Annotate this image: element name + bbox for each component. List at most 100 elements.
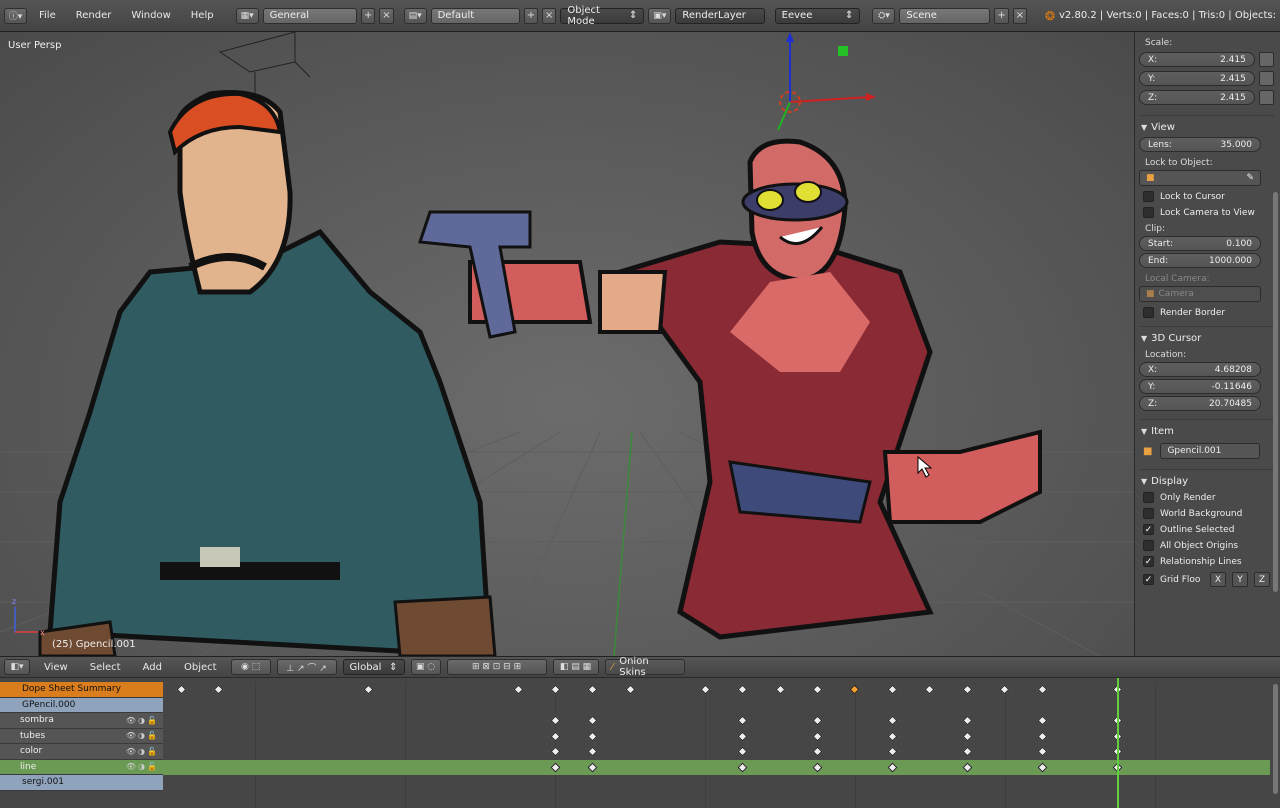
keyframe[interactable] — [737, 715, 748, 726]
cursor-x-field[interactable]: X: 4.68208 — [1139, 362, 1261, 377]
dopesheet-scrollbar[interactable] — [1273, 684, 1278, 794]
keyframe[interactable] — [550, 762, 561, 772]
keyframe[interactable] — [587, 731, 598, 741]
lock-to-cursor-checkbox[interactable]: Lock to Cursor — [1143, 191, 1274, 202]
lock-object-field[interactable]: ■ ✎ — [1139, 170, 1261, 186]
keyframe[interactable] — [737, 746, 748, 757]
keyframe[interactable] — [924, 684, 935, 695]
channel-layer[interactable]: color 👁◑🔓 — [0, 744, 163, 760]
keyframe[interactable] — [587, 715, 598, 726]
keyframe[interactable] — [625, 684, 636, 695]
info-editor-icon[interactable]: ⓘ▾ — [4, 7, 27, 24]
view-panel-header[interactable]: ▼ View — [1141, 115, 1274, 133]
right-character[interactable] — [417, 138, 1042, 640]
world-background-checkbox[interactable]: World Background — [1143, 508, 1274, 519]
add-scene-icon[interactable]: + — [994, 7, 1009, 24]
channel-object[interactable]: sergi.001 — [0, 775, 163, 791]
visibility-lock-icons[interactable]: 👁◑🔓 — [126, 762, 159, 771]
render-layer-icon[interactable]: ▣▾ — [648, 7, 672, 24]
screen-layout-icon[interactable]: ▦▾ — [235, 7, 259, 24]
keyframe[interactable] — [962, 731, 973, 741]
keyframe[interactable] — [887, 762, 898, 772]
keyframe[interactable] — [812, 762, 823, 772]
grid-axis-x-button[interactable]: X — [1210, 572, 1226, 587]
item-panel-header[interactable]: ▼ Item — [1141, 419, 1274, 437]
render-layer-dropdown[interactable]: RenderLayer — [675, 7, 765, 24]
keyframe[interactable] — [812, 684, 823, 695]
keyframe[interactable] — [887, 746, 898, 757]
channel-summary[interactable]: Dope Sheet Summary — [0, 682, 163, 698]
properties-scrollbar[interactable] — [1273, 192, 1278, 592]
lens-field[interactable]: Lens: 35.000 — [1139, 137, 1261, 152]
keyframe[interactable] — [737, 762, 748, 772]
timeline-keyframes[interactable] — [163, 678, 1270, 808]
keyframe[interactable] — [587, 762, 598, 772]
keyframe[interactable] — [812, 715, 823, 726]
keyframe[interactable] — [587, 746, 598, 757]
snap-icons[interactable]: ⊞ ⊠ ⊡ ⊟ ⊞ — [446, 659, 547, 675]
local-camera-field[interactable]: ■ Camera — [1139, 286, 1261, 302]
scene-layout-icon[interactable]: ▤▾ — [403, 7, 427, 24]
menu-help[interactable]: Help — [183, 10, 222, 21]
scene-icon[interactable]: ⛭▾ — [872, 7, 896, 24]
scale-y-field[interactable]: Y: 2.415 — [1139, 71, 1255, 86]
lock-icon[interactable] — [1258, 52, 1274, 67]
channel-layer[interactable]: line 👁◑🔓 — [0, 759, 163, 775]
ds-menu-object[interactable]: Object — [176, 662, 225, 673]
grid-floor-checkbox[interactable]: ✓ Grid Floo X Y Z — [1143, 572, 1274, 587]
menu-window[interactable]: Window — [123, 10, 178, 21]
render-border-checkbox[interactable]: Render Border — [1143, 307, 1274, 318]
scene-field[interactable]: Scene — [899, 7, 991, 24]
remove-screen-icon[interactable]: × — [379, 7, 394, 24]
left-character[interactable] — [38, 89, 497, 656]
keyframe[interactable] — [737, 731, 748, 741]
visibility-lock-icons[interactable]: 👁◑🔓 — [126, 731, 159, 740]
eyedropper-icon[interactable]: ✎ — [1246, 173, 1254, 183]
display-panel-header[interactable]: ▼ Display — [1141, 469, 1274, 487]
scale-x-field[interactable]: X: 2.415 — [1139, 52, 1255, 67]
ds-menu-select[interactable]: Select — [82, 662, 129, 673]
keyframe[interactable] — [737, 684, 748, 695]
clip-start-field[interactable]: Start: 0.100 — [1139, 236, 1261, 251]
keyframe[interactable] — [176, 684, 187, 695]
keyframe[interactable] — [962, 762, 973, 772]
keyframe[interactable] — [550, 684, 561, 695]
item-name-field[interactable]: Gpencil.001 — [1160, 443, 1261, 459]
ds-menu-view[interactable]: View — [36, 662, 76, 673]
grid-axis-y-button[interactable]: Y — [1232, 572, 1248, 587]
keyframe[interactable] — [775, 684, 786, 695]
add-screen-icon[interactable]: + — [361, 7, 376, 24]
cursor-y-field[interactable]: Y: -0.11646 — [1139, 379, 1261, 394]
mode-dropdown[interactable]: Object Mode ⇕ — [560, 5, 645, 27]
keyframe[interactable] — [999, 684, 1010, 695]
visibility-lock-icons[interactable]: 👁◑🔓 — [126, 747, 159, 756]
keyframe[interactable] — [812, 731, 823, 741]
keyframe[interactable] — [887, 715, 898, 726]
dopesheet-area[interactable]: Dope Sheet Summary GPencil.000 sombra 👁◑🔓… — [0, 678, 1280, 808]
keyframe[interactable] — [887, 731, 898, 741]
manipulator-icons[interactable]: ⊥ ↗ ⌒ ↗ — [276, 659, 337, 675]
relationship-lines-checkbox[interactable]: ✓ Relationship Lines — [1143, 556, 1274, 567]
keyframe[interactable] — [363, 684, 374, 695]
cursor-z-field[interactable]: Z: 20.70485 — [1139, 396, 1261, 411]
pivot-icon[interactable]: ◉ ⬚ — [230, 659, 271, 675]
3d-cursor-panel-header[interactable]: ▼ 3D Cursor — [1141, 326, 1274, 344]
keyframe[interactable] — [587, 684, 598, 695]
keyframe[interactable] — [962, 684, 973, 695]
grid-axis-z-button[interactable]: Z — [1254, 572, 1270, 587]
keyframe[interactable] — [887, 684, 898, 695]
view-icons[interactable]: ◧ ▤ ▦ — [552, 659, 599, 675]
visibility-lock-icons[interactable]: 👁◑🔓 — [126, 716, 159, 725]
keyframe[interactable] — [962, 715, 973, 726]
lock-icon[interactable] — [1258, 71, 1274, 86]
clip-end-field[interactable]: End: 1000.000 — [1139, 253, 1261, 268]
only-render-checkbox[interactable]: Only Render — [1143, 492, 1274, 503]
keyframe[interactable] — [812, 746, 823, 757]
keyframe[interactable] — [550, 731, 561, 741]
add-layout-icon[interactable]: + — [523, 7, 539, 24]
keyframe[interactable] — [513, 684, 524, 695]
menu-render[interactable]: Render — [68, 10, 120, 21]
screen-layout-field[interactable]: General — [262, 7, 358, 24]
engine-dropdown[interactable]: Eevee ⇕ — [774, 7, 861, 24]
3d-cursor-icon[interactable] — [777, 32, 876, 131]
